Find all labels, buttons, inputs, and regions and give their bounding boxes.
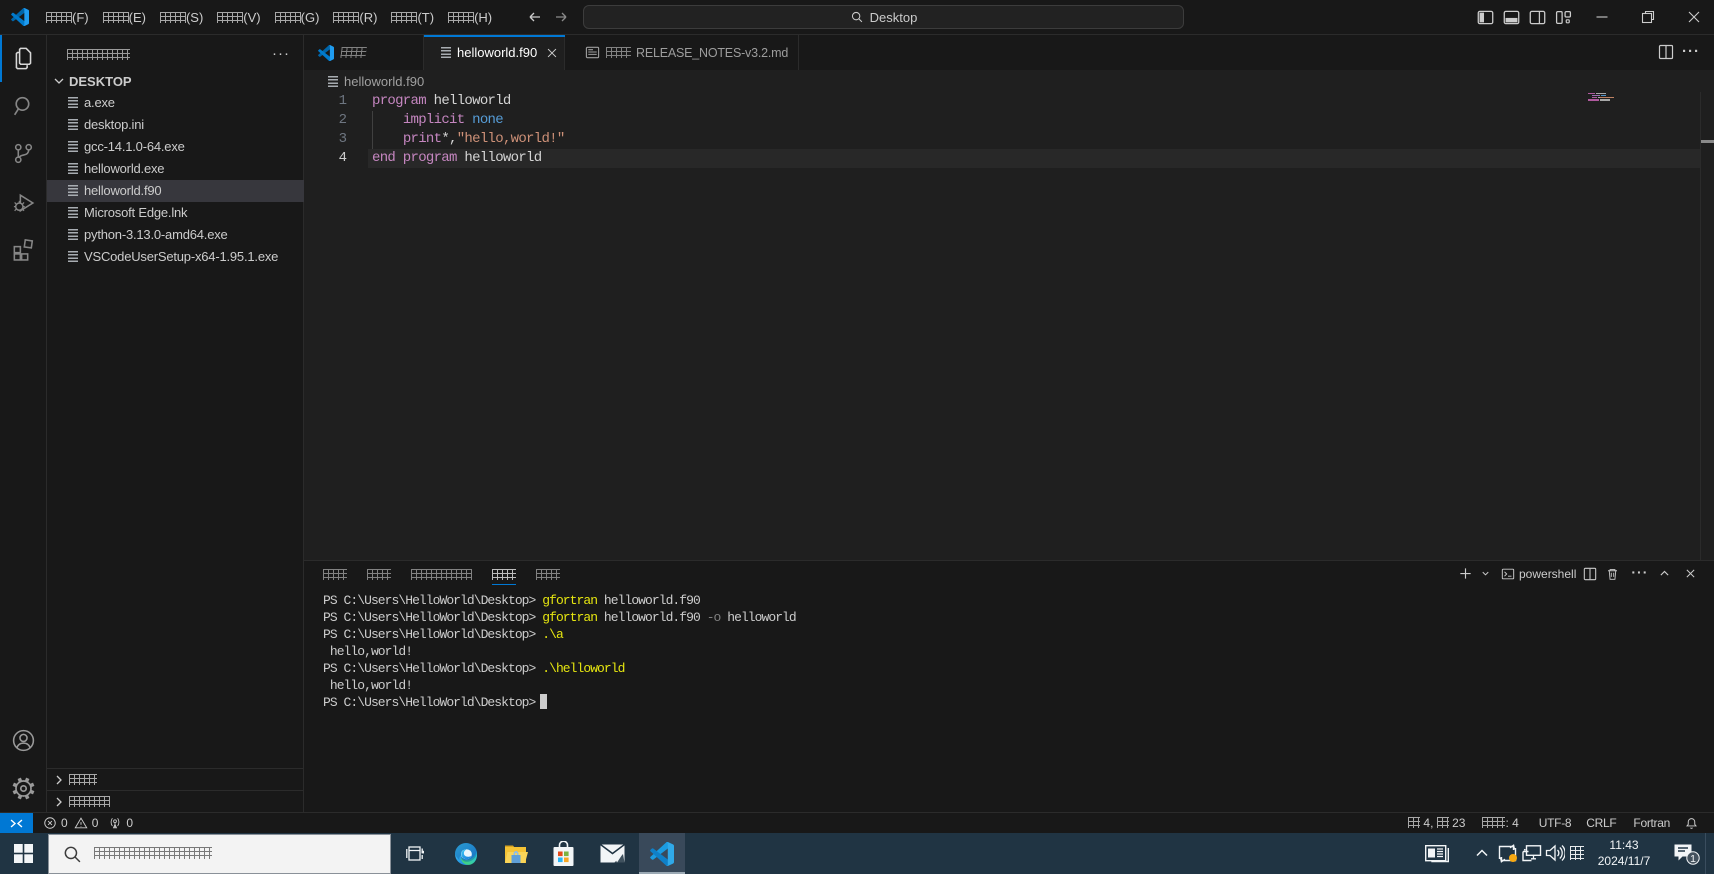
svg-text:1: 1 <box>1690 853 1696 865</box>
